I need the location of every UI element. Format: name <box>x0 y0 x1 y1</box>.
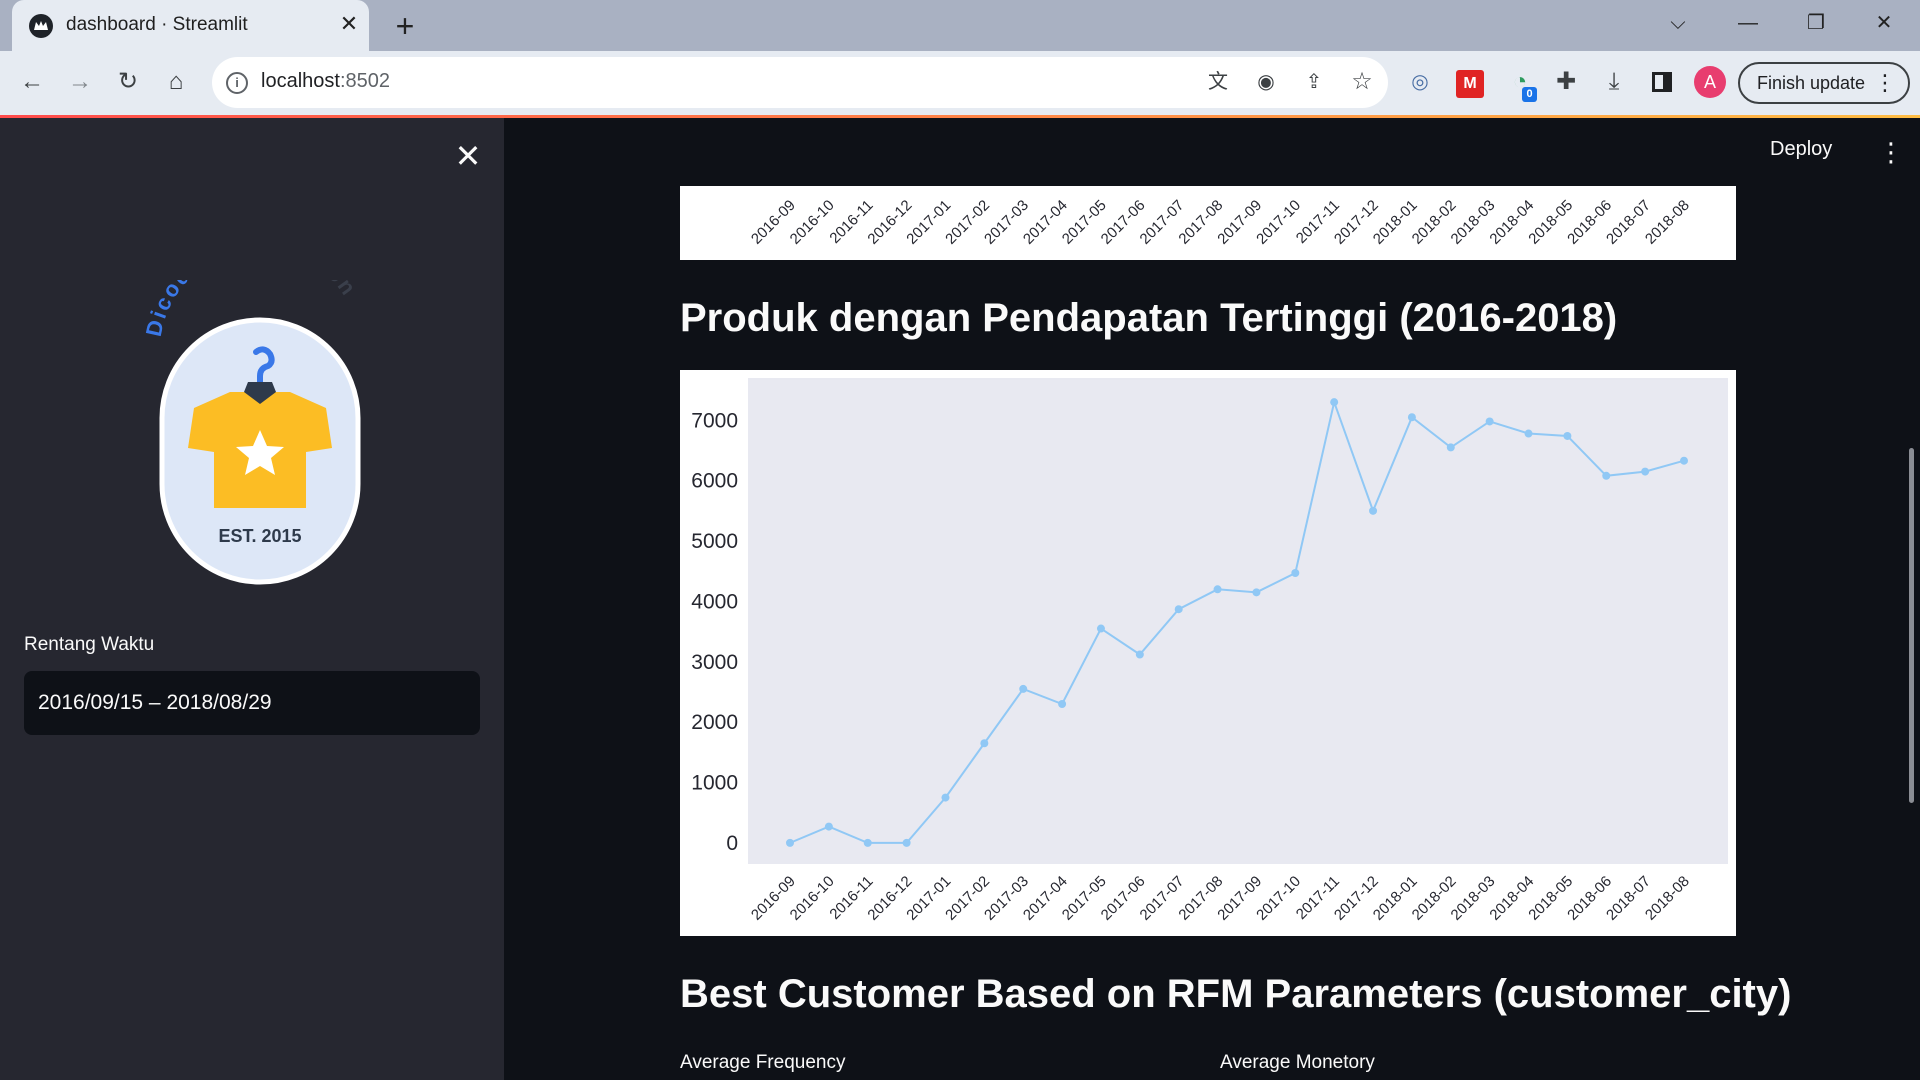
extensions-puzzle-icon[interactable]: ✚ <box>1548 64 1584 100</box>
previous-chart-card: 2016-09 2016-10 2016-11 2016-12 2017-01 2017-… <box>680 186 1736 260</box>
data-point[interactable] <box>1641 467 1650 476</box>
url-text[interactable]: localhost:8502 <box>261 70 390 93</box>
data-point[interactable] <box>1058 700 1067 709</box>
data-point[interactable] <box>1602 471 1611 480</box>
download-icon[interactable]: ⤓ <box>1596 64 1632 100</box>
data-point[interactable] <box>1369 506 1378 515</box>
data-point[interactable] <box>1680 456 1688 465</box>
data-point[interactable] <box>1524 429 1533 438</box>
new-tab-button[interactable]: + <box>388 9 422 43</box>
revenue-chart-card: 0 1000 2000 3000 4000 5000 6000 7000 2016-09 201… <box>680 370 1736 936</box>
data-point[interactable] <box>1096 624 1105 633</box>
main-menu-icon[interactable]: ⋮ <box>1878 138 1904 166</box>
data-point[interactable] <box>1407 413 1416 422</box>
eye-off-icon[interactable]: ◉ <box>1248 64 1284 100</box>
y-tick-label: 4000 <box>691 590 738 613</box>
data-point[interactable] <box>1174 605 1183 614</box>
sidebar-close-icon[interactable]: ✕ <box>452 140 484 172</box>
more-vert-icon: ⋮ <box>1874 70 1896 95</box>
side-panel-icon[interactable] <box>1652 72 1672 92</box>
data-point[interactable] <box>1446 443 1455 452</box>
y-tick-label: 5000 <box>691 530 738 553</box>
data-point[interactable] <box>1252 588 1261 597</box>
logo-arc-text-collection: Collection <box>233 280 362 301</box>
previous-chart-x-axis: 2016-092016-102016-112016-122017-012017-… <box>748 197 1693 248</box>
scrollbar-thumb[interactable] <box>1909 448 1914 803</box>
profile-avatar[interactable]: A <box>1694 66 1726 98</box>
dicoding-collection-logo: DicodingCollection EST. 2015 <box>141 280 362 585</box>
metric-label-monetory: Average Monetory <box>1220 1052 1375 1073</box>
bookmark-star-icon[interactable]: ☆ <box>1344 64 1380 100</box>
extension-globe-icon[interactable]: ◎ <box>1402 64 1438 100</box>
next-section-title: Best Customer Based on RFM Parameters (c… <box>680 972 1792 1016</box>
data-point[interactable] <box>1213 585 1222 594</box>
tab-search-chevron-icon[interactable]: ⌵ <box>1656 6 1700 40</box>
y-tick-label: 0 <box>726 832 738 855</box>
data-point[interactable] <box>1563 431 1572 440</box>
section-title: Produk dengan Pendapatan Tertinggi (2016… <box>680 296 1618 340</box>
finish-update-button[interactable]: Finish update ⋮ <box>1738 62 1910 104</box>
tab-close-icon[interactable]: ✕ <box>336 9 362 39</box>
share-icon[interactable]: ⇪ <box>1296 64 1332 100</box>
data-point[interactable] <box>980 739 989 748</box>
back-icon[interactable]: ← <box>14 64 50 100</box>
translate-icon[interactable]: 文 <box>1200 64 1236 100</box>
revenue-line-chart: 01000200030004000500060007000 2016-09201… <box>691 378 1728 924</box>
data-point[interactable] <box>1485 417 1494 426</box>
data-point[interactable] <box>1330 398 1339 407</box>
extension-mendeley-icon[interactable]: M <box>1456 70 1484 98</box>
y-tick-label: 3000 <box>691 651 738 674</box>
data-point[interactable] <box>786 838 794 847</box>
data-point[interactable] <box>902 838 911 847</box>
close-window-button[interactable]: ✕ <box>1862 6 1906 40</box>
deploy-button[interactable]: Deploy <box>1770 138 1832 161</box>
home-icon[interactable]: ⌂ <box>158 64 194 100</box>
date-range-input[interactable]: 2016/09/15 – 2018/08/29 <box>24 671 480 735</box>
metric-label-frequency: Average Frequency <box>680 1052 846 1073</box>
site-info-icon[interactable]: i <box>226 72 248 94</box>
y-tick-label: 2000 <box>691 711 738 734</box>
data-point[interactable] <box>1291 569 1300 578</box>
data-point[interactable] <box>941 793 950 802</box>
date-range-label: Rentang Waktu <box>24 634 155 655</box>
restore-button[interactable]: ❐ <box>1794 6 1838 40</box>
data-point[interactable] <box>1135 650 1144 659</box>
streamlit-favicon-icon <box>29 14 53 38</box>
tab-title: dashboard · Streamlit <box>66 14 248 35</box>
forward-icon[interactable]: → <box>62 64 98 100</box>
y-tick-label: 7000 <box>691 409 738 432</box>
data-point[interactable] <box>863 838 872 847</box>
logo-est-text: EST. 2015 <box>218 526 301 546</box>
minimize-button[interactable]: — <box>1726 6 1770 40</box>
data-point[interactable] <box>1019 684 1028 693</box>
extension-badge: 0 <box>1522 87 1537 102</box>
data-point[interactable] <box>824 822 833 831</box>
y-tick-label: 1000 <box>691 771 738 794</box>
y-tick-label: 6000 <box>691 470 738 493</box>
reload-icon[interactable]: ↻ <box>110 64 146 100</box>
